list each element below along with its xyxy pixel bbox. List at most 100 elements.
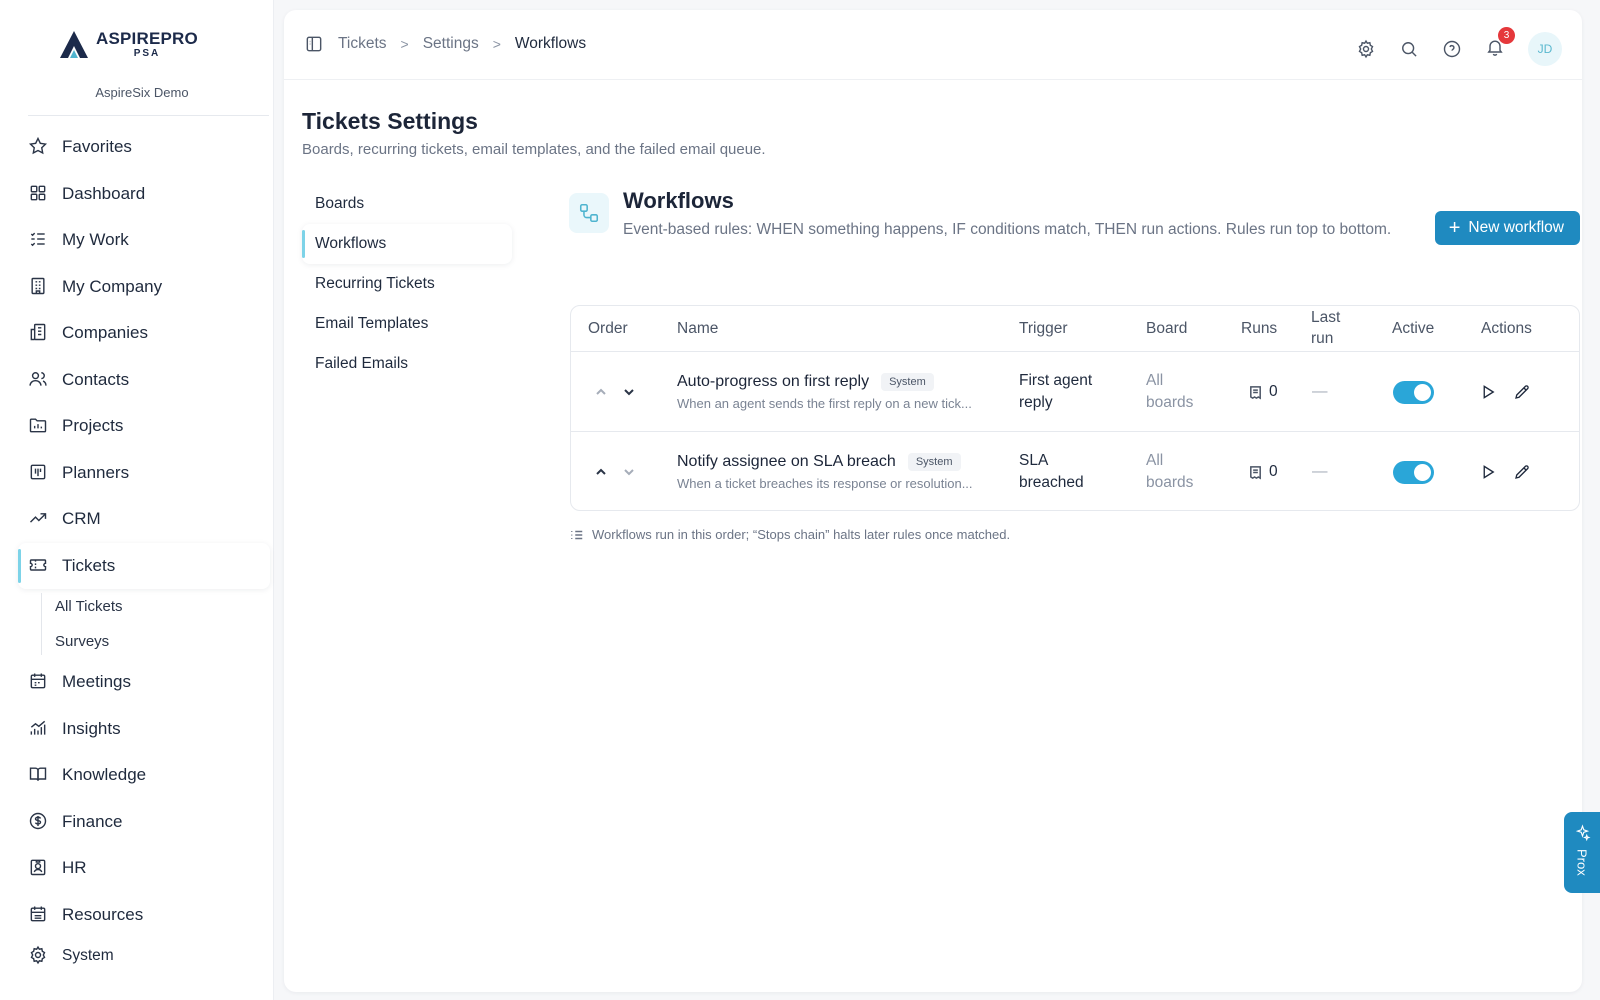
trending-up-icon (28, 508, 50, 530)
id-badge-icon (28, 857, 50, 879)
sidebar-item-label: Tickets (62, 555, 116, 575)
breadcrumb-settings[interactable]: Settings (423, 35, 479, 53)
calendar-list-icon (28, 904, 50, 926)
sidebar-item-label: CRM (62, 509, 101, 529)
settings-tab-workflows[interactable]: Workflows (302, 224, 512, 264)
sidebar-item-my-company[interactable]: My Company (18, 264, 270, 311)
sidebar-item-dashboard[interactable]: Dashboard (18, 171, 270, 218)
calendar-icon (28, 671, 50, 693)
trigger-cell: First agent reply (1019, 352, 1092, 432)
page-subtitle: Boards, recurring tickets, email templat… (302, 141, 766, 158)
play-icon[interactable] (1479, 463, 1497, 481)
last-run-cell: — (1312, 383, 1328, 400)
sidebar-item-finance[interactable]: Finance (18, 799, 270, 846)
sidebar-item-label: My Company (62, 276, 163, 296)
sidebar-item-my-work[interactable]: My Work (18, 217, 270, 264)
breadcrumb: Tickets > Settings > Workflows (304, 34, 586, 54)
play-icon[interactable] (1479, 383, 1497, 401)
active-cell (1393, 432, 1434, 510)
sidebar-item-hr[interactable]: HR (18, 845, 270, 892)
help-icon[interactable] (1442, 39, 1462, 59)
sidebar-item-tickets[interactable]: Tickets (18, 542, 270, 589)
move-up-icon[interactable] (593, 464, 609, 480)
pencil-icon[interactable] (1513, 383, 1531, 401)
grid-icon (28, 183, 50, 205)
sidebar-item-label: Finance (62, 811, 123, 831)
main-nav: Favorites Dashboard My Work My Company C… (18, 124, 270, 974)
section-title: Workflows (623, 188, 734, 213)
sidebar-item-meetings[interactable]: Meetings (18, 659, 270, 706)
workflow-name[interactable]: Notify assignee on SLA breach (677, 453, 896, 471)
table-row: Notify assignee on SLA breach System Whe… (571, 432, 1579, 510)
new-workflow-label: New workflow (1468, 219, 1564, 236)
workflow-name[interactable]: Auto-progress on first reply (677, 373, 869, 391)
move-up-icon[interactable] (593, 384, 609, 400)
sidebar-item-knowledge[interactable]: Knowledge (18, 752, 270, 799)
top-bar: Tickets > Settings > Workflows 3 JD (284, 10, 1582, 80)
new-workflow-button[interactable]: + New workflow (1434, 211, 1580, 245)
settings-gear-icon[interactable] (1356, 39, 1376, 59)
settings-tab-recurring-tickets[interactable]: Recurring Tickets (302, 264, 512, 304)
move-down-icon[interactable] (621, 464, 637, 480)
sidebar-subitem-surveys[interactable]: Surveys (18, 624, 270, 659)
sidebar-toggle-icon[interactable] (304, 34, 324, 54)
sidebar-item-label: Planners (62, 462, 130, 482)
trigger-line1: First agent (1019, 371, 1093, 389)
brand-sub: PSA (133, 47, 161, 59)
sidebar-item-favorites[interactable]: Favorites (18, 124, 270, 171)
active-toggle[interactable] (1393, 380, 1434, 404)
breadcrumb-tickets[interactable]: Tickets (338, 35, 387, 53)
trigger-line1: SLA (1019, 451, 1049, 469)
system-badge: System (881, 373, 934, 391)
sidebar-divider (28, 115, 269, 116)
sidebar-subitem-all-tickets[interactable]: All Tickets (18, 589, 270, 624)
brand-logo[interactable]: ASPIREPRO PSA (58, 28, 198, 60)
sidebar-item-label: Projects (62, 416, 124, 436)
col-active: Active (1392, 320, 1435, 337)
table-header: Order Name Trigger Board Runs Last run A… (571, 306, 1579, 352)
settings-tab-failed-emails[interactable]: Failed Emails (302, 344, 512, 384)
actions-cell (1479, 352, 1531, 432)
trigger-cell: SLA breached (1019, 432, 1084, 510)
sidebar-item-label: Knowledge (62, 765, 147, 785)
assistant-launcher[interactable]: Prox (1564, 812, 1600, 893)
board-line2: boards (1146, 394, 1194, 411)
pencil-icon[interactable] (1513, 463, 1531, 481)
section-description: Event-based rules: WHEN something happen… (623, 221, 1392, 238)
sidebar: ASPIREPRO PSA AspireSix Demo Favorites D… (0, 0, 274, 1000)
board-line2: boards (1146, 474, 1194, 491)
sidebar-item-system[interactable]: System (18, 938, 270, 974)
sidebar-item-contacts[interactable]: Contacts (18, 357, 270, 404)
workflow-description: When an agent sends the first reply on a… (677, 396, 972, 411)
search-icon[interactable] (1399, 39, 1419, 59)
col-last-run: Last run (1311, 306, 1340, 352)
settings-tab-email-templates[interactable]: Email Templates (302, 304, 512, 344)
sidebar-item-planners[interactable]: Planners (18, 450, 270, 497)
settings-nav: Boards Workflows Recurring Tickets Email… (302, 184, 512, 384)
sidebar-item-label: Favorites (62, 137, 132, 157)
sidebar-item-label: Meetings (62, 672, 131, 692)
runs-count: 0 (1269, 383, 1278, 400)
settings-tab-boards[interactable]: Boards (302, 184, 512, 224)
notifications-button[interactable]: 3 (1485, 26, 1515, 62)
board-cell: All boards (1146, 352, 1193, 432)
sidebar-item-label: My Work (62, 230, 129, 250)
footnote-text: Workflows run in this order; “Stops chai… (592, 527, 1011, 542)
runs-count: 0 (1269, 463, 1278, 480)
list-ordered-icon (571, 530, 583, 539)
active-toggle[interactable] (1393, 460, 1434, 484)
workflow-description: When a ticket breaches its response or r… (677, 476, 973, 491)
sidebar-item-insights[interactable]: Insights (18, 706, 270, 753)
board-cell: All boards (1146, 432, 1194, 510)
avatar[interactable]: JD (1528, 32, 1562, 66)
receipt-icon (1250, 385, 1261, 399)
board-line1: All (1146, 371, 1164, 389)
kanban-icon (28, 462, 50, 484)
sidebar-item-crm[interactable]: CRM (18, 496, 270, 543)
move-down-icon[interactable] (621, 384, 637, 400)
sidebar-item-resources[interactable]: Resources (18, 892, 270, 939)
organization-name: AspireSix Demo (95, 85, 189, 100)
sidebar-item-projects[interactable]: Projects (18, 403, 270, 450)
workflows-table: Order Name Trigger Board Runs Last run A… (570, 305, 1580, 511)
sidebar-item-companies[interactable]: Companies (18, 310, 270, 357)
